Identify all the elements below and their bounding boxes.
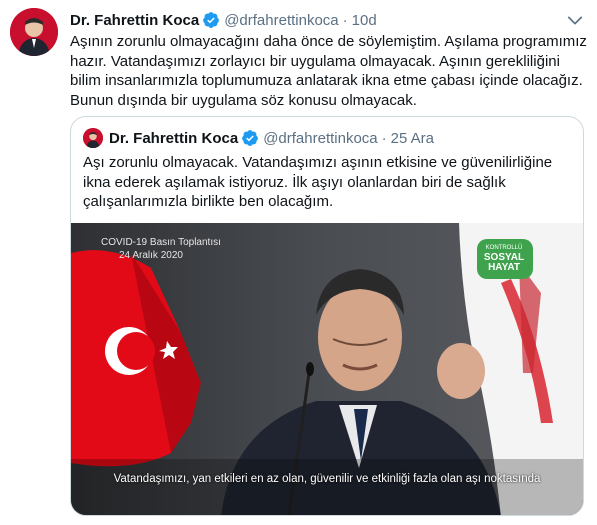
tweet-text-line: Aşının zorunlu olmayacağını daha önce de…	[70, 33, 587, 50]
badge-line2: HAYAT	[488, 262, 520, 273]
quoted-tweet[interactable]: Dr. Fahrettin Koca @drfahrettinkoca · 25…	[70, 116, 584, 516]
tweet-text-line: bilim insanlarımızla toplumumuza anlatar…	[70, 72, 583, 90]
quoted-text-line: çalışanlarımızla birlikte ben olacağım.	[83, 193, 334, 211]
tweet-text-line: Bunun dışında bir uygulama söz konusu ol…	[70, 92, 417, 110]
author-handle[interactable]: @drfahrettinkoca	[224, 12, 338, 29]
avatar-image	[10, 8, 58, 56]
separator: ·	[342, 11, 348, 29]
author-avatar[interactable]	[10, 8, 58, 56]
video-subtitle: Vatandaşımızı, yan etkileri en az olan, …	[113, 473, 541, 485]
chevron-down-icon[interactable]	[565, 10, 585, 30]
avatar-image	[83, 128, 103, 148]
video-overlay-date: 24 Aralık 2020	[119, 250, 183, 261]
quoted-author-avatar	[83, 128, 103, 148]
quoted-author-name: Dr. Fahrettin Koca	[109, 129, 239, 147]
quoted-tweet-text: Aşı zorunlu olmayacak. Vatandaşımızı aşı…	[83, 153, 573, 212]
author-name[interactable]: Dr. Fahrettin Koca	[70, 12, 199, 29]
tweet[interactable]: Dr. Fahrettin Koca @drfahrettinkoca · 10…	[0, 0, 597, 525]
tweet-text: Aşının zorunlu olmayacağını daha önce de…	[70, 32, 587, 111]
tweet-header: Dr. Fahrettin Koca @drfahrettinkoca · 10…	[70, 10, 585, 30]
quoted-text-line: Aşı zorunlu olmayacak. Vatandaşımızı aşı…	[83, 154, 553, 171]
tweet-text-line: hazır. Vatandaşımızı zorlayıcı bir uygul…	[70, 52, 560, 70]
video-overlay-title: COVID-19 Basın Toplantısı	[101, 237, 221, 248]
kontrollu-sosyal-hayat-badge: KONTROLLÜ SOSYAL HAYAT	[474, 243, 534, 273]
quoted-tweet-timestamp: 25 Ara	[390, 129, 435, 147]
quoted-author-handle: @drfahrettinkoca	[263, 129, 378, 147]
verified-badge-icon	[203, 12, 220, 28]
quoted-tweet-header: Dr. Fahrettin Koca @drfahrettinkoca · 25…	[83, 127, 434, 149]
quoted-text-line: ikna ederek aşılamak istiyoruz. İlk aşıy…	[83, 173, 506, 191]
verified-badge-icon	[242, 130, 259, 146]
video-thumbnail[interactable]: COVID-19 Basın Toplantısı 24 Aralık 2020…	[71, 223, 583, 515]
separator: ·	[381, 129, 387, 147]
tweet-timestamp[interactable]: 10d	[352, 12, 377, 29]
